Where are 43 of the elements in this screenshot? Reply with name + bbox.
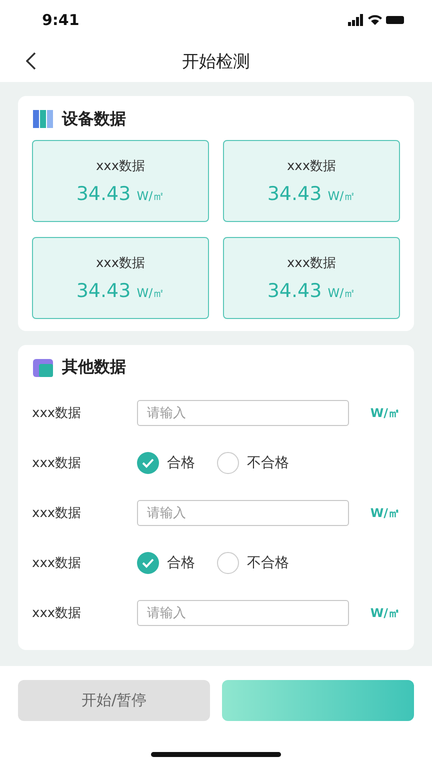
books-icon (32, 108, 54, 130)
field-label: xxx数据 (32, 505, 82, 522)
check-icon (142, 558, 154, 568)
unit-label: W/㎡ (370, 604, 400, 622)
tile-unit: W/㎡ (136, 188, 165, 205)
unit-label: W/㎡ (370, 504, 400, 522)
tile-label: xxx数据 (96, 158, 146, 175)
field-label: xxx数据 (32, 455, 82, 472)
check-icon (142, 458, 154, 468)
section-title: 其他数据 (62, 357, 126, 378)
tile-value: 34.43 (267, 183, 322, 205)
radio-button[interactable] (137, 452, 159, 474)
tile-value: 34.43 (76, 183, 131, 205)
tile-label: xxx数据 (286, 255, 336, 272)
start-pause-button[interactable]: 开始/暂停 (18, 680, 210, 721)
tile-unit: W/㎡ (136, 285, 165, 302)
radio-label: 不合格 (247, 454, 289, 472)
radio-label: 不合格 (247, 554, 289, 572)
tile-unit: W/㎡ (328, 188, 356, 205)
status-time: 9:41 (42, 11, 80, 29)
page-title: 开始检测 (182, 50, 250, 72)
input-field[interactable]: 请输入 (137, 600, 349, 626)
field-label: xxx数据 (32, 605, 82, 622)
tile-label: xxx数据 (286, 158, 336, 175)
radio-label: 合格 (167, 554, 195, 572)
radio-button[interactable] (217, 552, 239, 574)
tile-unit: W/㎡ (328, 285, 356, 302)
radio-button[interactable] (137, 552, 159, 574)
radio-button[interactable] (217, 452, 239, 474)
tile-value: 34.43 (267, 280, 322, 302)
back-icon[interactable] (26, 52, 36, 70)
input-field[interactable]: 请输入 (137, 500, 349, 526)
field-label: xxx数据 (32, 405, 82, 422)
unit-label: W/㎡ (370, 404, 400, 422)
tile-value: 34.43 (76, 280, 131, 302)
folder-icon (32, 358, 54, 378)
radio-label: 合格 (167, 454, 195, 472)
primary-button[interactable] (222, 680, 414, 721)
status-icons (348, 14, 406, 26)
field-label: xxx数据 (32, 555, 82, 572)
tile-label: xxx数据 (96, 255, 146, 272)
section-title: 设备数据 (62, 108, 126, 130)
input-field[interactable]: 请输入 (137, 400, 349, 426)
